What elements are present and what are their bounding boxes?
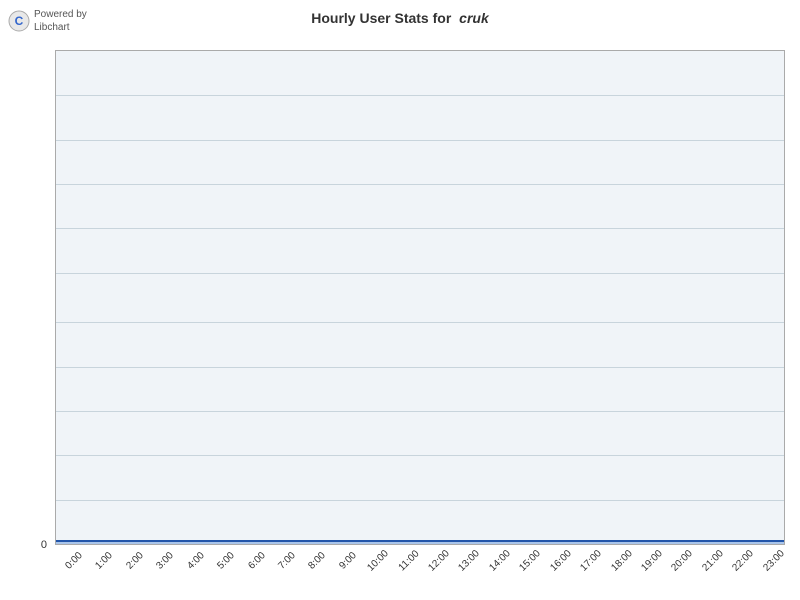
x-label-11: 11:00 bbox=[394, 546, 423, 575]
x-label-17: 17:00 bbox=[577, 546, 606, 575]
x-label-18: 18:00 bbox=[607, 546, 636, 575]
x-label-3: 3:00 bbox=[151, 546, 180, 575]
chart-area bbox=[55, 50, 785, 545]
x-label-1: 1:00 bbox=[90, 546, 119, 575]
powered-by-text: Powered by Libchart bbox=[34, 8, 87, 34]
y-axis: 0 bbox=[0, 50, 55, 545]
x-label-22: 22:00 bbox=[729, 546, 758, 575]
x-label-6: 6:00 bbox=[242, 546, 271, 575]
x-label-20: 20:00 bbox=[668, 546, 697, 575]
grid-lines bbox=[56, 51, 784, 544]
grid-line bbox=[56, 273, 784, 274]
chart-title-subject: cruk bbox=[459, 10, 489, 26]
x-label-10: 10:00 bbox=[364, 546, 393, 575]
x-label-15: 15:00 bbox=[516, 546, 545, 575]
x-label-12: 12:00 bbox=[425, 546, 454, 575]
grid-line bbox=[56, 184, 784, 185]
grid-line bbox=[56, 367, 784, 368]
x-label-13: 13:00 bbox=[455, 546, 484, 575]
data-line bbox=[56, 540, 784, 542]
grid-line bbox=[56, 228, 784, 229]
grid-line bbox=[56, 95, 784, 96]
x-label-5: 5:00 bbox=[212, 546, 241, 575]
y-label-zero: 0 bbox=[41, 539, 47, 551]
x-label-7: 7:00 bbox=[272, 546, 301, 575]
powered-by-badge: C Powered by Libchart bbox=[8, 8, 87, 34]
x-label-0: 0:00 bbox=[59, 546, 88, 575]
grid-line bbox=[56, 500, 784, 501]
grid-line bbox=[56, 140, 784, 141]
x-label-8: 8:00 bbox=[303, 546, 332, 575]
svg-text:C: C bbox=[15, 14, 24, 28]
grid-line bbox=[56, 322, 784, 323]
x-label-14: 14:00 bbox=[485, 546, 514, 575]
x-label-4: 4:00 bbox=[181, 546, 210, 575]
grid-line bbox=[56, 411, 784, 412]
chart-title-prefix: Hourly User Stats for bbox=[311, 10, 451, 26]
x-label-23: 23:00 bbox=[759, 546, 788, 575]
chart-title: Hourly User Stats for cruk bbox=[0, 0, 800, 31]
x-label-21: 21:00 bbox=[698, 546, 727, 575]
chart-container: 0 0:00 1:00 bbox=[0, 40, 800, 600]
x-axis: 0:00 1:00 2:00 3:00 4:00 5:00 6:00 7:00 … bbox=[55, 545, 785, 595]
libchart-logo-icon: C bbox=[8, 10, 30, 32]
grid-line bbox=[56, 455, 784, 456]
x-label-19: 19:00 bbox=[637, 546, 666, 575]
x-label-9: 9:00 bbox=[333, 546, 362, 575]
x-label-2: 2:00 bbox=[120, 546, 149, 575]
app: C Powered by Libchart Hourly User Stats … bbox=[0, 0, 800, 600]
x-label-16: 16:00 bbox=[546, 546, 575, 575]
